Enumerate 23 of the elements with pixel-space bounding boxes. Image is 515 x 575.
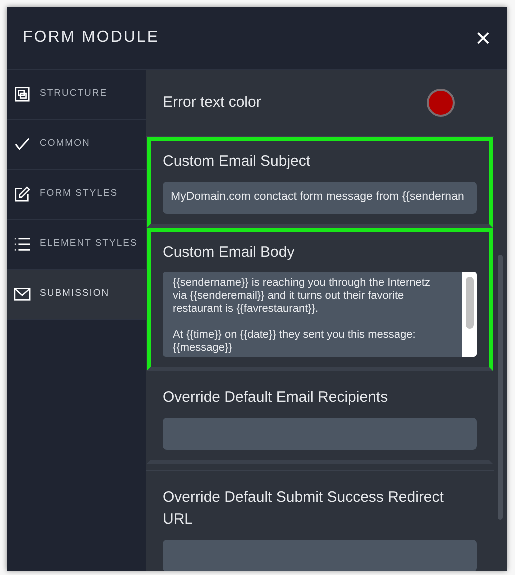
textarea-field[interactable]: {{sendername}} is reaching you through the Internetz via {{senderemail}} and it turns out their favorite restaurant is {{favrestaurant}}. At {{time}} on {{date}} they sent you this message: {{message}} [163, 272, 477, 357]
scrollbar[interactable] [462, 272, 477, 357]
scrollbar[interactable] [498, 255, 503, 520]
color-swatch[interactable] [427, 89, 455, 117]
mail-icon [14, 286, 31, 303]
window-title: FORM MODULE [23, 28, 160, 48]
list-icon [14, 236, 31, 253]
setting-label: Error text color [163, 92, 262, 113]
setting-label: Override Default Submit Success Redirect URL [163, 488, 445, 530]
close-button[interactable]: × [476, 25, 491, 51]
text-field[interactable] [163, 540, 477, 571]
sidebar-item[interactable]: FORM STYLES [7, 170, 146, 220]
sidebar-item[interactable]: SUBMISSION [7, 270, 146, 320]
text-field[interactable]: MyDomain.com conctact form message from {{sendernan [163, 182, 477, 214]
setting-label: Custom Email Subject [163, 152, 312, 172]
text-field[interactable] [163, 418, 477, 450]
setting-label: Override Default Email Recipients [163, 388, 390, 408]
setting-label: Custom Email Body [163, 242, 296, 262]
sidebar-item[interactable]: STRUCTURE [7, 70, 146, 120]
edit-icon [14, 186, 31, 203]
check-icon [14, 136, 31, 153]
sidebar-item[interactable]: COMMON [7, 120, 146, 170]
frame-icon [14, 86, 31, 103]
